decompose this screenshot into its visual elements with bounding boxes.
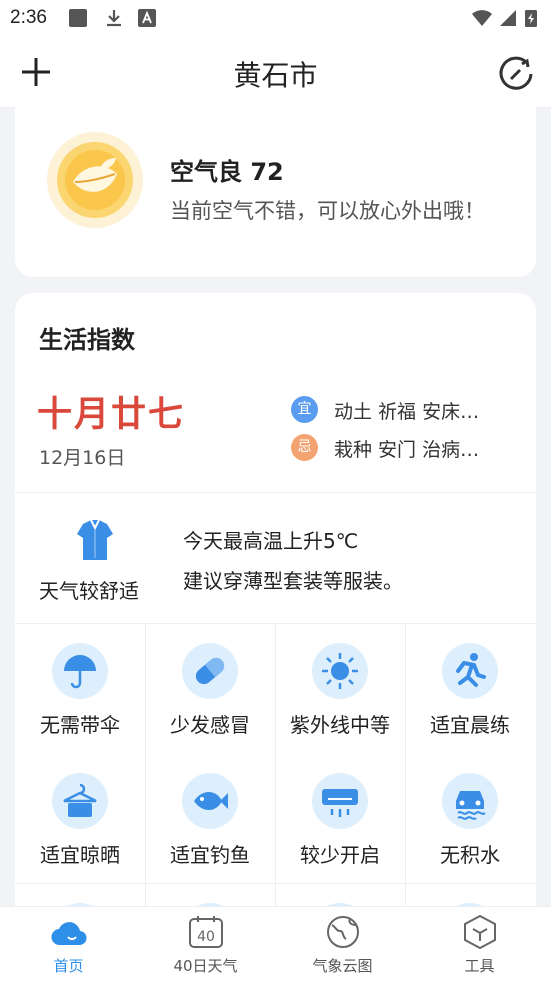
wifi-icon bbox=[472, 10, 492, 26]
index-label: 适宜晾晒 bbox=[40, 843, 120, 867]
air-conditioner-icon bbox=[322, 789, 358, 817]
nav-40-day[interactable]: 40 40日天气 bbox=[137, 907, 274, 981]
index-exercise[interactable]: 适宜晨练 bbox=[405, 623, 535, 753]
bottom-nav: 首页 40 40日天气 气象云图 工具 bbox=[0, 906, 551, 981]
index-label: 适宜钓鱼 bbox=[170, 843, 250, 867]
air-quality-desc: 当前空气不错，可以放心外出哦！ bbox=[170, 199, 485, 223]
city-title: 黄石市 bbox=[233, 59, 318, 92]
yi-text: 动土 祈福 安床… bbox=[334, 401, 480, 423]
index-cold[interactable]: 少发感冒 bbox=[145, 623, 275, 753]
fish-icon bbox=[194, 792, 228, 810]
lunar-date[interactable]: 十月廿七 bbox=[37, 386, 185, 437]
index-umbrella[interactable]: 无需带伞 bbox=[15, 623, 145, 753]
index-label: 无积水 bbox=[440, 843, 500, 867]
clothing-line-1: 今天最高温上升5℃ bbox=[183, 529, 359, 553]
almanac-yi-row[interactable]: 宜 动土 祈福 安床… bbox=[291, 396, 531, 424]
clothing-line-2: 建议穿薄型套装等服装。 bbox=[183, 569, 403, 593]
nav-home[interactable]: 首页 bbox=[0, 907, 137, 981]
shirt-icon bbox=[77, 519, 113, 560]
nav-label: 气象云图 bbox=[312, 957, 373, 975]
nav-cloud-map[interactable]: 气象云图 bbox=[274, 907, 411, 981]
index-label: 少发感冒 bbox=[170, 713, 250, 737]
nav-tools[interactable]: 工具 bbox=[411, 907, 548, 981]
air-quality-title: 空气良 72 bbox=[170, 158, 284, 186]
nav-label: 40日天气 bbox=[173, 957, 238, 975]
index-drying[interactable]: 适宜晾晒 bbox=[15, 753, 145, 883]
index-label: 较少开启 bbox=[300, 843, 380, 867]
leaf-air-icon bbox=[47, 132, 143, 228]
index-label: 适宜晨练 bbox=[430, 713, 510, 737]
index-fishing[interactable]: 适宜钓鱼 bbox=[145, 753, 275, 883]
index-label: 无需带伞 bbox=[40, 713, 120, 737]
life-index-title: 生活指数 bbox=[39, 326, 135, 354]
index-label: 紫外线中等 bbox=[290, 713, 390, 737]
nav-label: 工具 bbox=[464, 957, 495, 975]
status-bar: 2:36 bbox=[0, 0, 551, 36]
air-quality-card[interactable]: 空气良 72 当前空气不错，可以放心外出哦！ bbox=[15, 100, 536, 277]
yi-badge: 宜 bbox=[291, 396, 318, 423]
divider bbox=[15, 883, 536, 884]
nav-label: 首页 bbox=[53, 957, 84, 975]
running-icon bbox=[456, 653, 486, 687]
calendar-40-icon: 40 bbox=[188, 916, 223, 948]
clothing-label: 天气较舒适 bbox=[39, 579, 139, 603]
notification-square-icon bbox=[69, 9, 87, 27]
tool-hexagon-icon bbox=[463, 915, 496, 949]
download-icon bbox=[107, 10, 121, 27]
car-water-icon bbox=[456, 791, 486, 820]
battery-icon bbox=[525, 10, 537, 27]
umbrella-icon bbox=[64, 655, 96, 689]
font-a-icon bbox=[138, 9, 156, 27]
calendar-number: 40 bbox=[197, 929, 215, 945]
ji-badge: 忌 bbox=[291, 434, 318, 461]
index-aircon[interactable]: 较少开启 bbox=[275, 753, 405, 883]
ji-text: 栽种 安门 治病… bbox=[334, 439, 480, 461]
index-uv[interactable]: 紫外线中等 bbox=[275, 623, 405, 753]
refresh-icon[interactable] bbox=[496, 54, 536, 94]
index-waterlogging[interactable]: 无积水 bbox=[405, 753, 535, 883]
pill-icon bbox=[195, 657, 225, 685]
status-time: 2:36 bbox=[10, 7, 47, 28]
sun-icon bbox=[322, 653, 358, 689]
divider bbox=[15, 492, 536, 493]
app-header: 黄石市 bbox=[0, 36, 551, 108]
signal-icon bbox=[500, 10, 516, 26]
cloud-icon bbox=[50, 922, 87, 946]
almanac-ji-row[interactable]: 忌 栽种 安门 治病… bbox=[291, 434, 531, 462]
clothes-hanger-icon bbox=[63, 783, 97, 817]
life-index-card: 生活指数 十月廿七 12月16日 宜 动土 祈福 安床… 忌 栽种 安门 治病…… bbox=[15, 293, 536, 959]
solar-date: 12月16日 bbox=[39, 447, 126, 469]
globe-icon bbox=[326, 916, 359, 948]
